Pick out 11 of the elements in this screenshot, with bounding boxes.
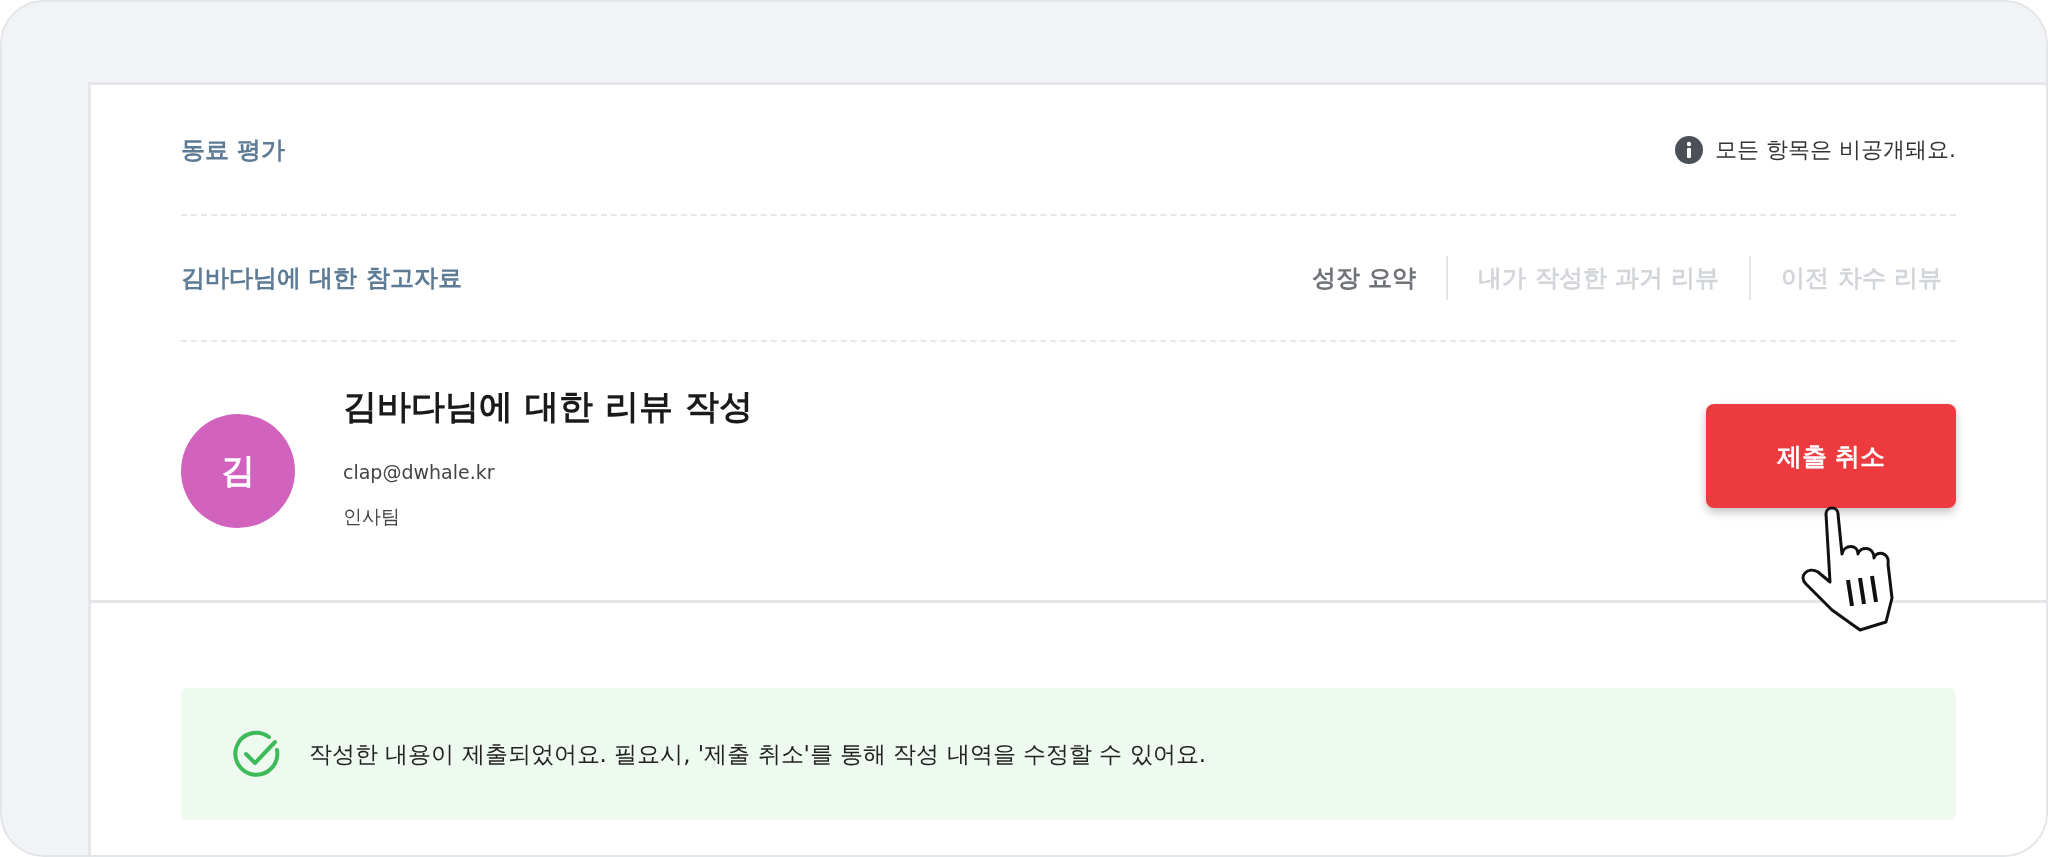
review-title: 김바다님에 대한 리뷰 작성	[343, 385, 753, 428]
privacy-notice: 모든 항목은 비공개돼요.	[1715, 135, 1956, 164]
cancel-submission-button[interactable]: 제출 취소	[1706, 404, 1956, 508]
section-title: 김바다님에 대한 참고자료	[181, 263, 462, 294]
team-text: 인사팀	[343, 504, 401, 529]
email-text: clap@dwhale.kr	[343, 460, 496, 485]
submission-message: 작성한 내용이 제출되었어요. 필요시, '제출 취소'를 통해 작성 내역을 수정할 수 있어요.	[309, 739, 1206, 769]
avatar: 김	[181, 414, 295, 528]
info-icon	[1675, 135, 1703, 164]
section-title: 동료 평가	[181, 134, 286, 166]
reference-tab[interactable]: 성장 요약	[1281, 256, 1447, 300]
